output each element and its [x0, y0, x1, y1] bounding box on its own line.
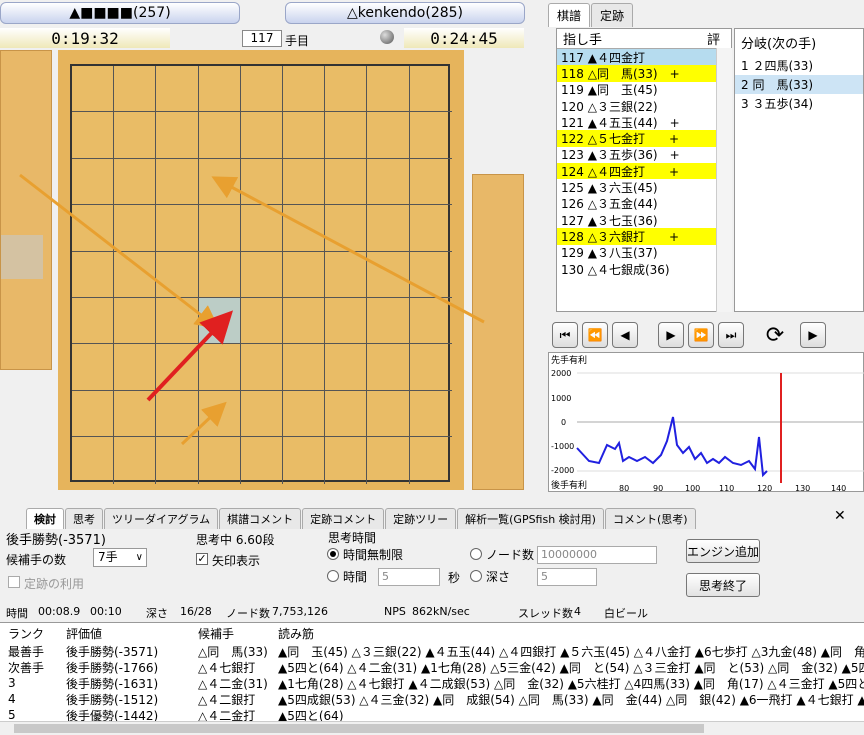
- radio-nodes[interactable]: [470, 548, 482, 560]
- thinking-status: 思考中 6.60段: [196, 533, 275, 547]
- joseki-use-label: 定跡の利用: [24, 577, 85, 591]
- kifu-row[interactable]: 121 ▲４五玉(44) +: [557, 114, 731, 130]
- kifu-list[interactable]: 指し手 評 117 ▲４四金打 118 △同 馬(33) +119 ▲同 玉(45…: [556, 28, 732, 312]
- kifu-row[interactable]: 117 ▲４四金打: [557, 49, 731, 66]
- svg-text:110: 110: [719, 484, 734, 493]
- kifu-row[interactable]: 118 △同 馬(33) +: [557, 65, 731, 82]
- kifu-row[interactable]: 127 ▲３七玉(36): [557, 212, 731, 228]
- kifu-rows: 117 ▲４四金打 118 △同 馬(33) +119 ▲同 玉(45) 120 △…: [557, 49, 731, 277]
- arrow-4: [146, 310, 234, 402]
- graph-top-label: 先手有利: [551, 354, 587, 366]
- pv-row[interactable]: 最善手 後手勝勢(-3571) △同 馬(33) ▲同 玉(45) △３三銀(22) …: [0, 643, 864, 659]
- add-engine-button[interactable]: エンジン追加: [686, 539, 760, 563]
- kifu-row[interactable]: 130 △４七銀成(36): [557, 261, 731, 277]
- pv-scrollbar[interactable]: [0, 721, 864, 735]
- tab-kento[interactable]: 検討: [26, 508, 64, 529]
- eval-graph-svg: 先手有利 後手有利 2000 1000 0 -1000 -2000 80 90 …: [551, 354, 864, 493]
- kifu-row[interactable]: 124 △４四金打 +: [557, 163, 731, 180]
- play-button[interactable]: ▶: [800, 322, 826, 348]
- first-move-button[interactable]: ⏮: [552, 322, 578, 348]
- arrow-2: [211, 176, 485, 324]
- panel-close-icon[interactable]: ✕: [834, 508, 846, 524]
- branch-row[interactable]: 3 ３五歩(34): [735, 94, 863, 113]
- joseki-use-checkbox[interactable]: [8, 576, 20, 588]
- svg-text:80: 80: [619, 484, 629, 493]
- next10-button[interactable]: ⏩: [688, 322, 714, 348]
- svg-text:-2000: -2000: [551, 466, 574, 475]
- radio-unlimited[interactable]: [327, 548, 339, 560]
- svg-text:-1000: -1000: [551, 442, 574, 451]
- svg-text:0: 0: [561, 418, 566, 427]
- think-time-label: 思考時間: [328, 531, 377, 545]
- svg-text:130: 130: [795, 484, 810, 493]
- graph-bottom-label: 後手有利: [551, 479, 587, 491]
- kifu-row[interactable]: 120 △３三銀(22): [557, 98, 731, 114]
- tab-shikou[interactable]: 思考: [65, 508, 103, 529]
- svg-text:100: 100: [685, 484, 700, 493]
- flip-board-icon[interactable]: ⟳: [762, 322, 788, 348]
- branch-list[interactable]: 分岐(次の手) 1 ２四馬(33) 2 同 馬(33) 3 ３五歩(34): [734, 28, 864, 312]
- branch-row[interactable]: 2 同 馬(33): [735, 75, 863, 94]
- svg-text:90: 90: [653, 484, 663, 493]
- svg-text:140: 140: [831, 484, 846, 493]
- arrow-3: [180, 401, 227, 446]
- pv-header: ランク 評価値 候補手 読み筋: [8, 626, 315, 641]
- kifu-row[interactable]: 129 ▲３八玉(37): [557, 245, 731, 261]
- pv-row[interactable]: 次善手 後手勝勢(-1766) △４七銀打 ▲5四と(64) △４二金(31) ▲1七…: [0, 659, 864, 675]
- tab-tree[interactable]: ツリーダイアグラム: [104, 508, 219, 529]
- svg-text:2000: 2000: [551, 369, 571, 378]
- prev-button[interactable]: ◀: [612, 322, 638, 348]
- tab-analysis-list[interactable]: 解析一覧(GPSfish 検討用): [457, 508, 604, 529]
- eval-status: 後手勝勢(-3571): [6, 533, 106, 548]
- svg-text:120: 120: [757, 484, 772, 493]
- branch-row[interactable]: 1 ２四馬(33): [735, 56, 863, 75]
- branch-header: 分岐(次の手): [741, 37, 817, 52]
- last-move-button[interactable]: ⏭: [718, 322, 744, 348]
- nodes-input[interactable]: 10000000: [537, 546, 657, 564]
- next-button[interactable]: ▶: [658, 322, 684, 348]
- tab-joseki[interactable]: 定跡: [591, 3, 634, 27]
- radio-depth[interactable]: [470, 570, 482, 582]
- pv-rows: 最善手 後手勝勢(-3571) △同 馬(33) ▲同 玉(45) △３三銀(22) …: [0, 643, 864, 723]
- pv-list[interactable]: ランク 評価値 候補手 読み筋 最善手 後手勝勢(-3571) △同 馬(33) ▲同…: [0, 622, 864, 735]
- tab-kifu-comment[interactable]: 棋譜コメント: [219, 508, 302, 529]
- bottom-tab-bar: 検討 思考 ツリーダイアグラム 棋譜コメント 定跡コメント 定跡ツリー 解析一覧…: [26, 508, 697, 529]
- chevron-down-icon: ∨: [135, 552, 143, 563]
- candidates-label: 候補手の数: [6, 553, 67, 567]
- kifu-tab-bar: 棋譜 定跡: [548, 3, 634, 27]
- analysis-arrows: [19, 173, 485, 446]
- depth-input[interactable]: 5: [537, 568, 597, 586]
- kifu-scrollbar[interactable]: [716, 48, 732, 312]
- time-input[interactable]: 5: [378, 568, 440, 586]
- kifu-header: 指し手 評: [557, 29, 731, 49]
- kifu-row[interactable]: 128 △３六銀打 +: [557, 228, 731, 245]
- kifu-row[interactable]: 119 ▲同 玉(45): [557, 82, 731, 98]
- arrow-display-label: 矢印表示: [212, 554, 261, 568]
- arrow-1: [19, 173, 220, 330]
- svg-text:1000: 1000: [551, 394, 571, 403]
- stop-thinking-button[interactable]: 思考終了: [686, 573, 760, 597]
- radio-time[interactable]: [327, 570, 339, 582]
- eval-graph[interactable]: 先手有利 後手有利 2000 1000 0 -1000 -2000 80 90 …: [548, 352, 864, 493]
- pv-row[interactable]: 4 後手勝勢(-1512) △４二銀打 ▲5四成銀(53) △４三金(32) ▲同 成…: [0, 691, 864, 707]
- tab-joseki-tree[interactable]: 定跡ツリー: [385, 508, 457, 529]
- pv-row[interactable]: 3 後手勝勢(-1631) △４二金(31) ▲1七角(28) △４七銀打 ▲４二成銀…: [0, 675, 864, 691]
- tab-joseki-comment[interactable]: 定跡コメント: [302, 508, 385, 529]
- prev10-button[interactable]: ⏪: [582, 322, 608, 348]
- kifu-row[interactable]: 123 ▲３五歩(36) +: [557, 147, 731, 163]
- kifu-row[interactable]: 125 ▲３六玉(45): [557, 179, 731, 195]
- kifu-row[interactable]: 122 △５七金打 +: [557, 130, 731, 147]
- tab-kifu[interactable]: 棋譜: [548, 3, 591, 27]
- stats-bar: 時間 00:08.9 00:10 深さ 16/28 ノード数 7,753,126…: [6, 605, 648, 620]
- arrow-display-checkbox[interactable]: ✓: [196, 553, 208, 565]
- tab-comment-thinking[interactable]: コメント(思考): [604, 508, 696, 529]
- eval-line: [576, 416, 768, 478]
- candidates-select[interactable]: 7手 ∨: [93, 548, 147, 567]
- kifu-row[interactable]: 126 △３五金(44): [557, 196, 731, 212]
